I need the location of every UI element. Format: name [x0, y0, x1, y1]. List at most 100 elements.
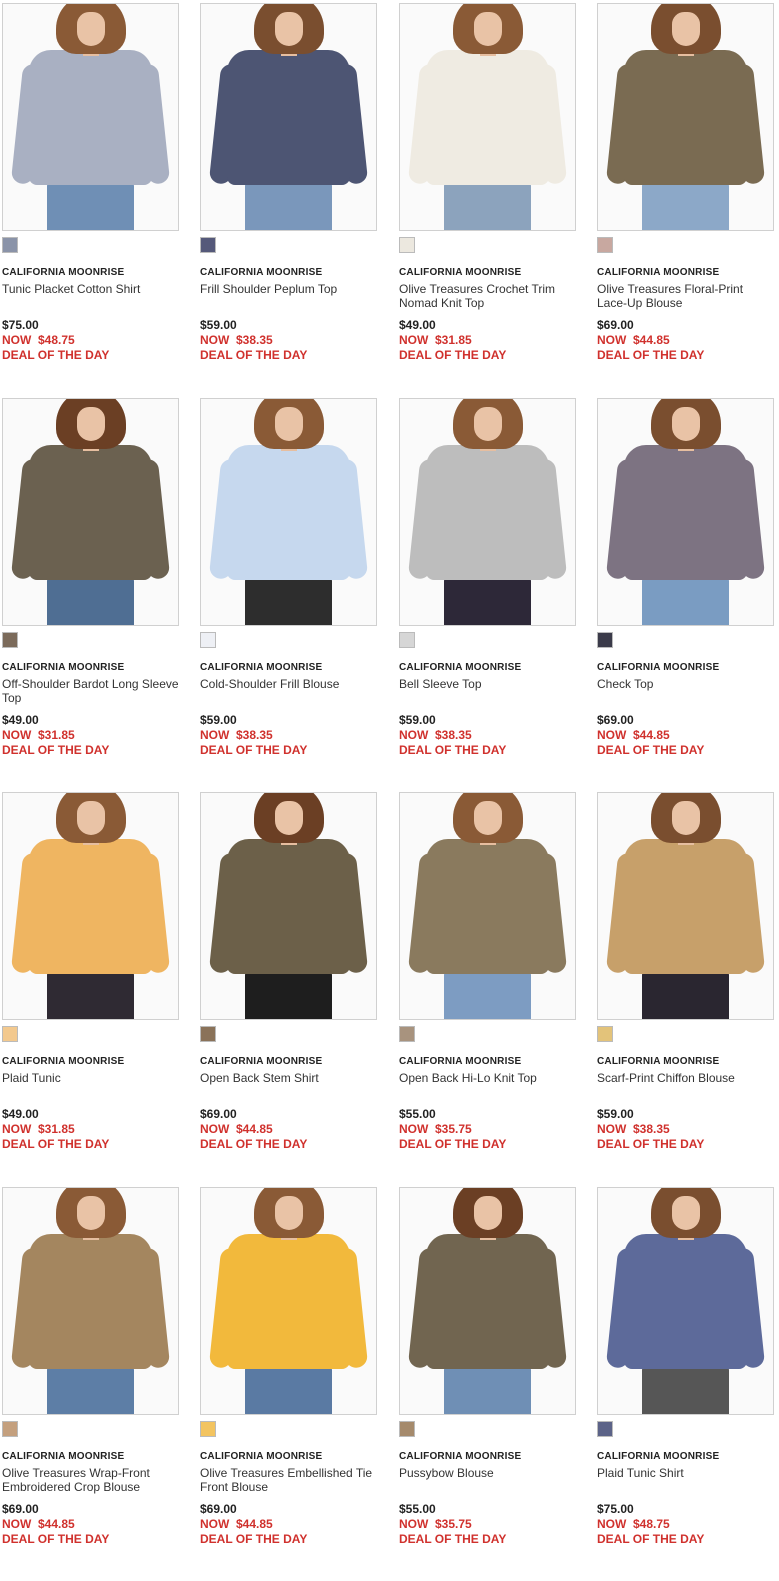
color-swatch[interactable] [399, 632, 415, 648]
product-name[interactable]: Open Back Stem Shirt [200, 1071, 378, 1085]
brand-name: CALIFORNIA MOONRISE [597, 1056, 720, 1067]
product-name[interactable]: Cold-Shoulder Frill Blouse [200, 677, 378, 691]
pants [245, 971, 332, 1019]
product-name[interactable]: Olive Treasures Wrap-Front Embroidered C… [2, 1466, 180, 1494]
product-name[interactable]: Plaid Tunic [2, 1071, 180, 1085]
product-name[interactable]: Open Back Hi-Lo Knit Top [399, 1071, 577, 1085]
pants [245, 577, 332, 625]
color-swatch[interactable] [597, 1421, 613, 1437]
product-name[interactable]: Off-Shoulder Bardot Long Sleeve Top [2, 677, 180, 705]
original-price: $69.00 [200, 1502, 237, 1516]
sale-price: NOW $44.85 [597, 728, 670, 742]
now-label: NOW [2, 728, 32, 742]
brand-name: CALIFORNIA MOONRISE [597, 662, 720, 673]
sale-price-value: $44.85 [236, 1517, 273, 1531]
product-image-navy-peplum-top[interactable] [200, 3, 377, 231]
sale-price: NOW $38.35 [399, 728, 472, 742]
product-image-scarf-print-blouse[interactable] [597, 792, 774, 1020]
color-swatch[interactable] [200, 632, 216, 648]
color-swatch[interactable] [597, 632, 613, 648]
model-face [473, 407, 502, 441]
color-swatch[interactable] [597, 237, 613, 253]
sale-price-value: $38.35 [236, 728, 273, 742]
pants [444, 1366, 531, 1414]
product-image-floral-blouse[interactable] [597, 3, 774, 231]
garment [624, 839, 747, 974]
color-swatch[interactable] [597, 1026, 613, 1042]
color-swatch[interactable] [2, 1421, 18, 1437]
product-name[interactable]: Check Top [597, 677, 775, 691]
model-face [473, 12, 502, 46]
model-face [671, 801, 700, 835]
sale-price-value: $44.85 [38, 1517, 75, 1531]
sale-price: NOW $44.85 [200, 1517, 273, 1531]
color-swatch[interactable] [399, 237, 415, 253]
model-face [473, 801, 502, 835]
sale-price: NOW $38.35 [597, 1122, 670, 1136]
original-price: $75.00 [2, 318, 39, 332]
original-price: $75.00 [597, 1502, 634, 1516]
pants [642, 577, 729, 625]
color-swatch[interactable] [2, 1026, 18, 1042]
sale-price: NOW $31.85 [2, 728, 75, 742]
deal-badge: DEAL OF THE DAY [399, 348, 507, 362]
product-name[interactable]: Olive Treasures Floral-Print Lace-Up Blo… [597, 282, 775, 310]
garment [426, 839, 549, 974]
product-image-plaid-shirt[interactable] [2, 3, 179, 231]
product-image-olive-pussybow-blouse[interactable] [399, 1187, 576, 1415]
now-label: NOW [2, 1122, 32, 1136]
product-image-gray-bell-sleeve-top[interactable] [399, 398, 576, 626]
sale-price-value: $38.35 [633, 1122, 670, 1136]
now-label: NOW [200, 728, 230, 742]
product-image-light-blue-blouse[interactable] [200, 398, 377, 626]
pants [642, 182, 729, 230]
product-name[interactable]: Plaid Tunic Shirt [597, 1466, 775, 1480]
color-swatch[interactable] [399, 1026, 415, 1042]
sale-price-value: $35.75 [435, 1122, 472, 1136]
garment [29, 1234, 152, 1369]
pants [245, 1366, 332, 1414]
brand-name: CALIFORNIA MOONRISE [399, 662, 522, 673]
product-name[interactable]: Olive Treasures Crochet Trim Nomad Knit … [399, 282, 577, 310]
product-name[interactable]: Tunic Placket Cotton Shirt [2, 282, 180, 296]
color-swatch[interactable] [399, 1421, 415, 1437]
product-image-mustard-blouse[interactable] [200, 1187, 377, 1415]
color-swatch[interactable] [200, 1421, 216, 1437]
model-face [671, 1196, 700, 1230]
now-label: NOW [399, 728, 429, 742]
product-image-olive-knit-top[interactable] [399, 792, 576, 1020]
product-image-olive-shirt-dress[interactable] [200, 792, 377, 1020]
product-name[interactable]: Olive Treasures Embellished Tie Front Bl… [200, 1466, 378, 1494]
product-name[interactable]: Bell Sleeve Top [399, 677, 577, 691]
brand-name: CALIFORNIA MOONRISE [2, 267, 125, 278]
model-face [671, 12, 700, 46]
sale-price-value: $31.85 [38, 1122, 75, 1136]
pants [642, 1366, 729, 1414]
model-face [76, 12, 105, 46]
product-image-check-top[interactable] [597, 398, 774, 626]
product-image-tan-wrap-blouse[interactable] [2, 1187, 179, 1415]
color-swatch[interactable] [2, 237, 18, 253]
product-image-cream-knit-top[interactable] [399, 3, 576, 231]
model-face [76, 1196, 105, 1230]
now-label: NOW [597, 333, 627, 347]
garment [624, 50, 747, 185]
color-swatch[interactable] [200, 1026, 216, 1042]
product-name[interactable]: Frill Shoulder Peplum Top [200, 282, 378, 296]
deal-badge: DEAL OF THE DAY [2, 743, 110, 757]
pants [444, 182, 531, 230]
deal-badge: DEAL OF THE DAY [597, 348, 705, 362]
sale-price: NOW $44.85 [200, 1122, 273, 1136]
product-name[interactable]: Scarf-Print Chiffon Blouse [597, 1071, 775, 1085]
product-image-olive-bardot-top[interactable] [2, 398, 179, 626]
pants [47, 182, 134, 230]
pants [47, 1366, 134, 1414]
product-name[interactable]: Pussybow Blouse [399, 1466, 577, 1480]
garment [227, 1234, 350, 1369]
product-image-orange-plaid-tunic[interactable] [2, 792, 179, 1020]
product-image-blue-plaid-tunic[interactable] [597, 1187, 774, 1415]
color-swatch[interactable] [2, 632, 18, 648]
color-swatch[interactable] [200, 237, 216, 253]
sale-price-value: $44.85 [633, 728, 670, 742]
original-price: $55.00 [399, 1107, 436, 1121]
